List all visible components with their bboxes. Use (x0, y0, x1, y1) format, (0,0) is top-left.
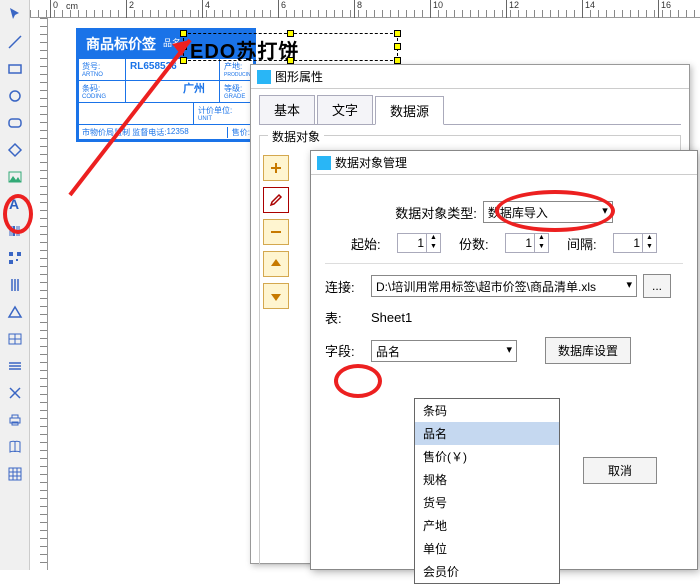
start-label: 起始: (351, 234, 391, 253)
cancel-button[interactable]: 取消 (583, 457, 657, 484)
groupbox-label: 数据对象 (268, 128, 324, 145)
polygon-tool[interactable] (3, 138, 27, 162)
remove-button[interactable] (263, 219, 289, 245)
field-label: 字段: (325, 341, 365, 360)
field-select[interactable]: 品名 (371, 340, 517, 362)
dd-item[interactable]: 会员价 (415, 560, 559, 583)
edit-button[interactable] (263, 187, 289, 213)
count-label: 份数: (459, 234, 499, 253)
move-up-button[interactable] (263, 251, 289, 277)
vline-tool[interactable] (3, 273, 27, 297)
grid-tool[interactable] (3, 462, 27, 486)
ellipse-tool[interactable] (3, 84, 27, 108)
hline-tool[interactable] (3, 354, 27, 378)
line-tool[interactable] (3, 30, 27, 54)
dialog-titlebar[interactable]: 图形属性 (251, 65, 689, 89)
xmark-tool[interactable] (3, 381, 27, 405)
mini-tools (263, 155, 293, 315)
image-tool[interactable] (3, 165, 27, 189)
left-toolbar: A (0, 0, 30, 570)
data-object-manager-dialog[interactable]: 数据对象管理 数据对象类型: 数据库导入 起始: ▲▼ 份数: ▲▼ 间隔: ▲… (310, 150, 698, 570)
dialog-title: 图形属性 (275, 68, 323, 85)
add-button[interactable] (263, 155, 289, 181)
ruler-vertical (30, 18, 48, 570)
dialog-tabs: 基本 文字 数据源 (259, 95, 681, 125)
connection-label: 连接: (325, 277, 365, 296)
field-dropdown[interactable]: 条码 品名 售价(￥) 规格 货号 产地 单位 会员价 (414, 398, 560, 584)
sheet-label: 表: (325, 308, 365, 327)
dd-item[interactable]: 单位 (415, 537, 559, 560)
pointer-tool[interactable] (3, 3, 27, 27)
count-spinner[interactable]: ▲▼ (505, 233, 549, 253)
type-label: 数据对象类型: (395, 203, 477, 222)
gap-label: 间隔: (567, 234, 607, 253)
dd-item[interactable]: 条码 (415, 399, 559, 422)
sheet-value: Sheet1 (371, 310, 412, 325)
triangle-tool[interactable] (3, 300, 27, 324)
db-settings-button[interactable]: 数据库设置 (545, 337, 631, 364)
dd-item[interactable]: 售价(￥) (415, 445, 559, 468)
selection-box[interactable] (183, 33, 398, 61)
rect-tool[interactable] (3, 57, 27, 81)
dd-item[interactable]: 货号 (415, 491, 559, 514)
table-tool[interactable] (3, 327, 27, 351)
connection-select[interactable]: D:\培训用常用标签\超市价签\商品清单.xls (371, 275, 637, 297)
text-tool[interactable]: A (3, 192, 27, 216)
browse-button[interactable]: ... (643, 274, 671, 298)
start-spinner[interactable]: ▲▼ (397, 233, 441, 253)
inner-dialog-title: 数据对象管理 (335, 154, 407, 171)
ruler-tick: 0 (50, 0, 58, 18)
rounded-tool[interactable] (3, 111, 27, 135)
tab-basic[interactable]: 基本 (259, 95, 315, 124)
dd-item[interactable]: 产地 (415, 514, 559, 537)
book-tool[interactable] (3, 435, 27, 459)
inner-dialog-titlebar[interactable]: 数据对象管理 (311, 151, 697, 175)
dialog-icon (257, 70, 271, 84)
dd-item[interactable]: 规格 (415, 468, 559, 491)
gap-spinner[interactable]: ▲▼ (613, 233, 657, 253)
barcode-tool[interactable] (3, 219, 27, 243)
tab-datasource[interactable]: 数据源 (375, 96, 444, 125)
dialog-icon (317, 156, 331, 170)
qrcode-tool[interactable] (3, 246, 27, 270)
dd-item[interactable]: 品名 (415, 422, 559, 445)
svg-text:A: A (9, 196, 19, 212)
ruler-horizontal: 0 cm 2 4 6 8 10 12 14 16 (30, 0, 700, 18)
move-down-button[interactable] (263, 283, 289, 309)
type-select[interactable]: 数据库导入 (483, 201, 613, 223)
print-tool[interactable] (3, 408, 27, 432)
tab-text[interactable]: 文字 (317, 95, 373, 124)
